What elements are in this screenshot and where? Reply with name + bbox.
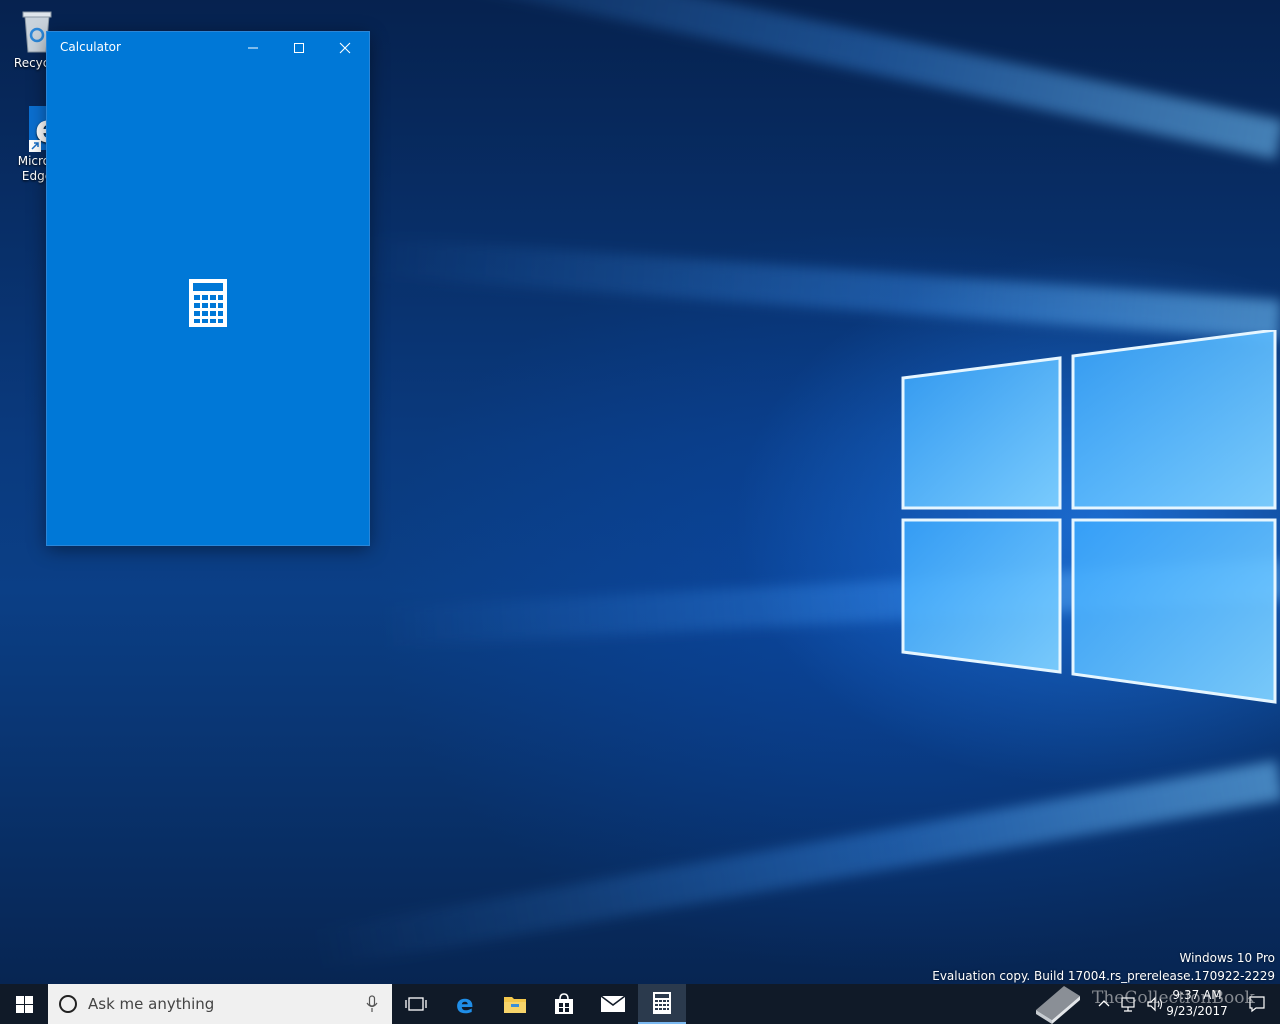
edge-icon: e [456, 992, 474, 1016]
action-center-icon[interactable] [1248, 995, 1266, 1013]
watermark-build: Evaluation copy. Build 17004.rs_prerelea… [932, 969, 1275, 983]
clock-time: 9:37 AM [1172, 988, 1222, 1002]
task-view-icon [405, 997, 427, 1011]
evaluation-watermark: Windows 10 Pro Evaluation copy. Build 17… [932, 949, 1275, 984]
microphone-icon[interactable] [366, 995, 378, 1013]
watermark-edition: Windows 10 Pro [1179, 951, 1275, 965]
calculator-window[interactable]: Calculator [47, 32, 369, 545]
minimize-button[interactable] [230, 32, 276, 64]
minimize-icon [248, 47, 258, 49]
search-input[interactable]: Ask me anything [88, 995, 214, 1013]
windows-start-icon [15, 995, 33, 1013]
chevron-up-icon[interactable] [1098, 998, 1110, 1008]
windows-logo [901, 330, 1277, 704]
file-explorer-icon [504, 997, 526, 1013]
desktop: Recycle e Micros Edge Calculator Windows… [0, 0, 1280, 984]
calculator-icon [189, 279, 227, 327]
maximize-button[interactable] [276, 32, 322, 64]
svg-text:e: e [456, 992, 474, 1016]
taskbar-calculator-active[interactable] [638, 984, 686, 1024]
taskbar-mail[interactable] [589, 984, 637, 1024]
taskbar-edge[interactable]: e [443, 984, 491, 1024]
cortana-search-box[interactable]: Ask me anything [48, 984, 392, 1024]
clock-date: 9/23/2017 [1166, 1004, 1228, 1018]
mail-icon [600, 995, 626, 1012]
system-clock[interactable]: 9:37 AM 9/23/2017 [1162, 987, 1232, 1019]
calculator-icon [653, 992, 671, 1014]
taskbar: Ask me anything e 9:37 AM 9/23/2017 [0, 984, 1280, 1024]
start-button[interactable] [0, 984, 48, 1024]
task-view-button[interactable] [392, 984, 440, 1024]
light-beam [268, 0, 1280, 160]
window-title: Calculator [60, 40, 121, 54]
system-tray: 9:37 AM 9/23/2017 [1080, 984, 1280, 1024]
close-icon [339, 42, 351, 54]
cortana-icon [59, 995, 77, 1013]
title-bar[interactable]: Calculator [47, 32, 369, 64]
network-icon[interactable] [1120, 995, 1138, 1013]
maximize-icon [294, 43, 304, 53]
light-beam [311, 760, 1280, 970]
store-icon [555, 993, 573, 1014]
light-beam [360, 235, 1280, 340]
close-button[interactable] [322, 32, 368, 64]
taskbar-file-explorer[interactable] [491, 984, 539, 1024]
taskbar-store[interactable] [540, 984, 588, 1024]
